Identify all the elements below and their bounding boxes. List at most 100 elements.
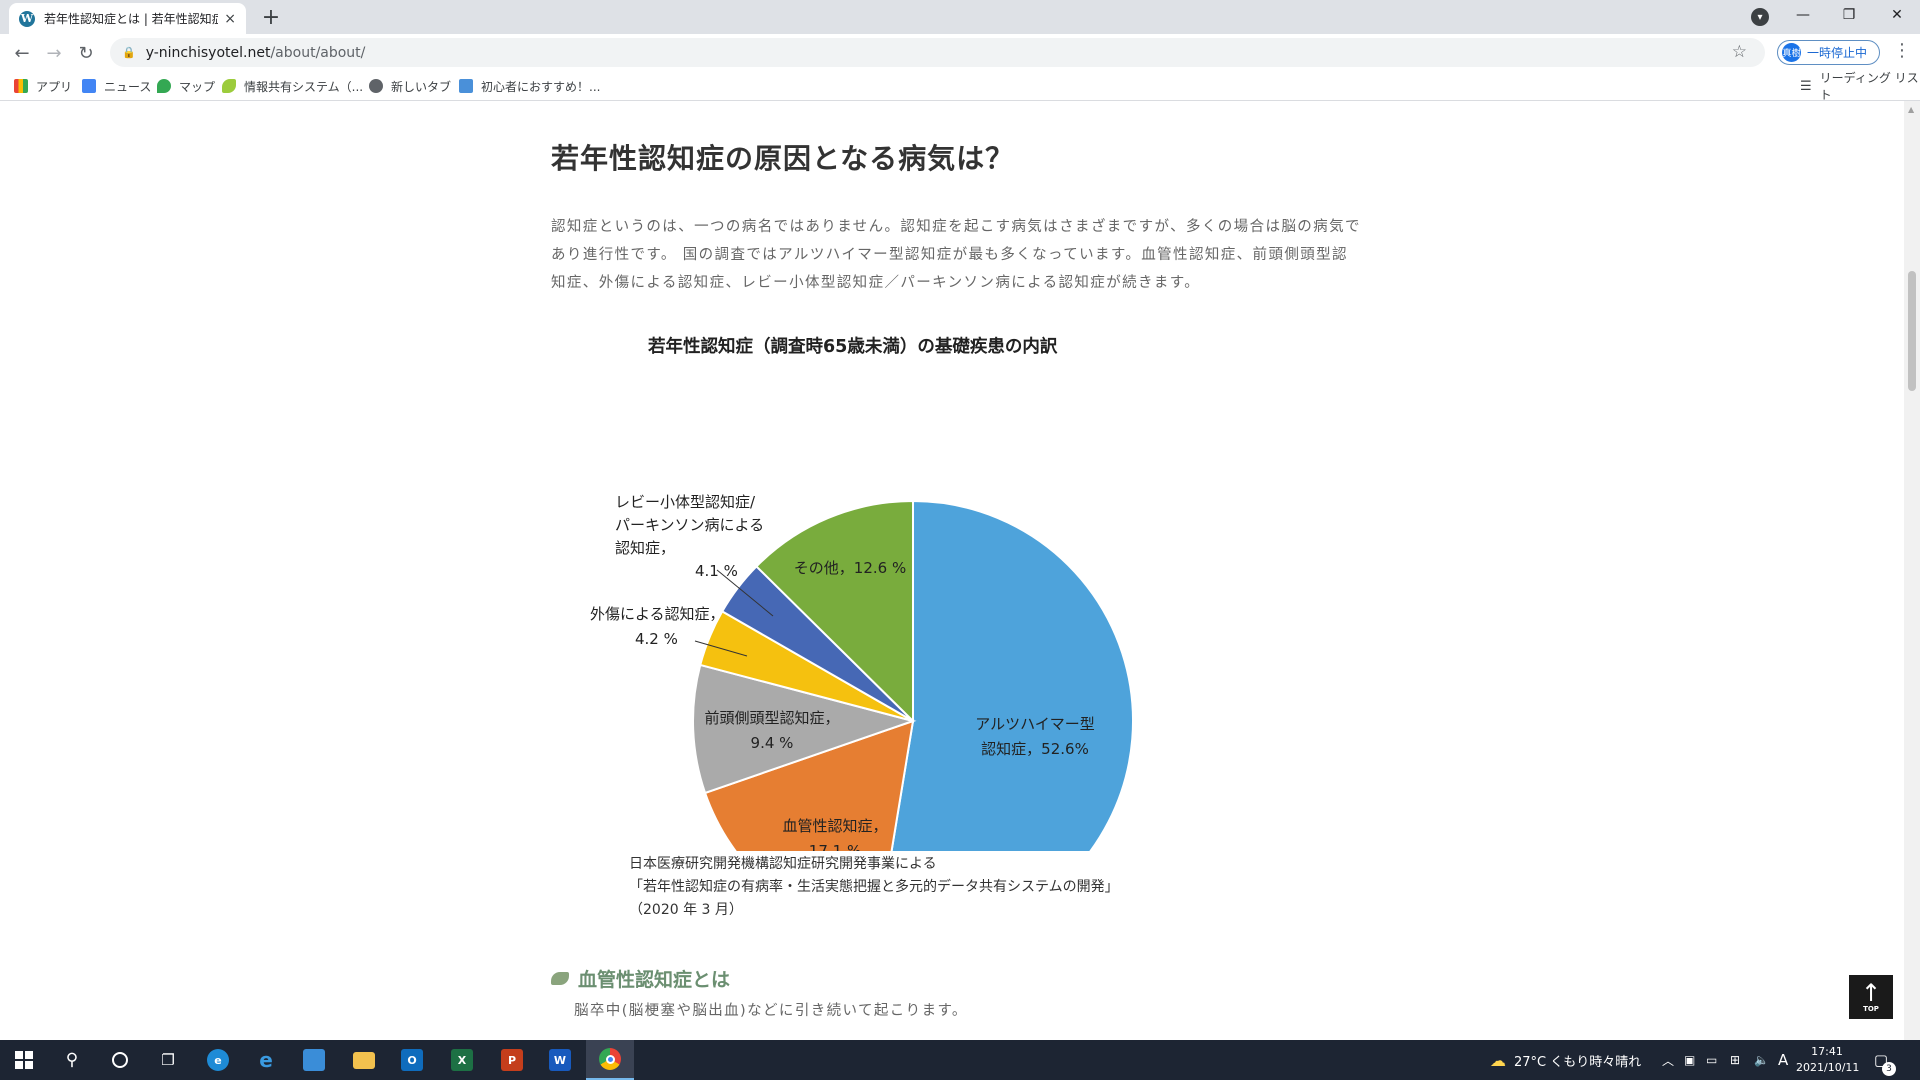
reading-list-label: リーディング リスト	[1819, 71, 1919, 102]
weather-widget[interactable]: ☁ 27°C くもり時々晴れ	[1490, 1040, 1641, 1080]
news-icon	[82, 79, 96, 93]
cortana-button[interactable]	[96, 1040, 144, 1080]
volume-icon[interactable]: 🔈	[1754, 1040, 1769, 1080]
tab-title: 若年性認知症とは | 若年性認知症	[44, 12, 219, 26]
slice-label: 認知症，52.6%	[981, 740, 1089, 758]
slice-label: パーキンソン病による	[615, 516, 764, 534]
subsection-text: 脳卒中(脳梗塞や脳出血)などに引き続いて起こります。	[574, 1003, 968, 1019]
network-icon[interactable]: ▭	[1706, 1040, 1717, 1080]
edge-icon: e	[207, 1049, 229, 1071]
weather-text: 27°C くもり時々晴れ	[1514, 1054, 1642, 1070]
reading-list-button[interactable]: ☰ リーディング リスト	[1800, 71, 1920, 102]
menu-kebab-icon[interactable]: ⋮	[1893, 40, 1911, 61]
pie-chart: アルツハイマー型認知症，52.6% 血管性認知症， 17.1 % 前頭側頭型認知症， 9…	[590, 493, 1135, 851]
intro-paragraph: 認知症というのは、一つの病名ではありません。認知症を起こす病気はさまざまですが、…	[551, 219, 1361, 291]
bookmark-label: 新しいタブ	[391, 79, 452, 94]
bookmark-news[interactable]: ニュース	[82, 76, 151, 96]
slice-label: アルツハイマー型	[975, 715, 1095, 733]
taskbar-chrome[interactable]	[586, 1040, 634, 1080]
page-content: 若年性認知症の原因となる病気は？ 認知症というのは、一つの病名ではありません。認…	[0, 101, 1904, 1041]
tray-chevron-icon[interactable]: ︿	[1662, 1040, 1674, 1080]
taskbar-excel[interactable]: X	[438, 1040, 486, 1080]
meet-now-icon[interactable]: ▣	[1684, 1040, 1695, 1080]
bookmark-info-system[interactable]: 情報共有システム（...	[222, 76, 363, 96]
taskbar-edge[interactable]: e	[194, 1040, 242, 1080]
forward-arrow-icon[interactable]: →	[40, 39, 68, 67]
slice-label: その他，12.6 %	[794, 559, 906, 577]
ime-indicator[interactable]: A	[1778, 1040, 1788, 1080]
slice-alzheimer	[890, 499, 1135, 851]
bookmark-label: マップ	[179, 79, 216, 94]
bookmark-label: アプリ	[36, 79, 73, 94]
map-pin-icon	[157, 79, 171, 93]
close-window-button[interactable]: ✕	[1874, 0, 1920, 30]
scroll-up-icon[interactable]: ▲	[1908, 105, 1914, 114]
lock-icon: 🔒	[122, 46, 136, 59]
cloud-sun-icon: ☁	[1490, 1050, 1506, 1070]
start-button[interactable]	[0, 1040, 48, 1080]
new-tab-button[interactable]: +	[258, 4, 284, 30]
bookmark-beginners[interactable]: 初心者におすすめ！...	[459, 76, 600, 96]
search-icon: ⚲	[65, 1050, 79, 1070]
taskbar-word[interactable]: W	[536, 1040, 584, 1080]
taskbar-app[interactable]	[290, 1040, 338, 1080]
bookmark-label: 情報共有システム（...	[244, 79, 364, 94]
slice-label: 17.1 %	[809, 842, 861, 851]
source-line: 「若年性認知症の有病率・生活実態把握と多元的データ共有システムの開発」	[629, 879, 1119, 895]
avatar: 真樹	[1782, 43, 1801, 62]
apps-grid-icon	[14, 79, 28, 93]
app-window-icon	[303, 1049, 325, 1071]
clock-date: 2021/10/11	[1796, 1061, 1860, 1074]
word-icon: W	[549, 1049, 571, 1071]
top-label: TOP	[1863, 1005, 1879, 1013]
bookmark-star-icon[interactable]: ☆	[1732, 42, 1747, 62]
bookmark-new-tab[interactable]: 新しいタブ	[369, 76, 451, 96]
search-button[interactable]: ⚲	[48, 1040, 96, 1080]
profile-button[interactable]: 真樹 一時停止中	[1777, 40, 1880, 65]
bookmark-label: 初心者におすすめ！...	[481, 79, 601, 94]
taskbar-powerpoint[interactable]: P	[488, 1040, 536, 1080]
bookmark-apps[interactable]: アプリ	[14, 76, 72, 96]
wordpress-icon: W	[19, 10, 35, 27]
browser-toolbar: ← → ↻ 🔒 y-ninchisyotel.net /about/about/…	[0, 34, 1920, 71]
powerpoint-icon: P	[501, 1049, 523, 1071]
security-icon[interactable]: ⊞	[1730, 1040, 1740, 1080]
outlook-icon: O	[401, 1049, 423, 1071]
arrow-up-icon: ↑	[1860, 979, 1882, 1007]
minimize-button[interactable]: —	[1780, 0, 1826, 30]
browser-tab[interactable]: W 若年性認知症とは | 若年性認知症 ×	[9, 3, 246, 34]
reload-icon[interactable]: ↻	[72, 39, 100, 67]
taskbar-ie[interactable]: e	[242, 1040, 290, 1080]
back-to-top-button[interactable]: ↑ TOP	[1849, 975, 1893, 1019]
address-bar[interactable]: 🔒 y-ninchisyotel.net /about/about/ ☆	[110, 38, 1765, 67]
taskbar-explorer[interactable]	[340, 1040, 388, 1080]
system-clock[interactable]: 17:41 2021/10/11	[1796, 1044, 1860, 1076]
slice-label: レビー小体型認知症/	[615, 493, 756, 511]
taskbar-outlook[interactable]: O	[388, 1040, 436, 1080]
slice-label: 外傷による認知症，	[590, 605, 725, 623]
scrollbar-thumb[interactable]	[1908, 271, 1916, 391]
bookmark-label: ニュース	[104, 79, 152, 94]
tab-close-button[interactable]: ×	[224, 11, 236, 27]
slice-label: 前頭側頭型認知症，	[704, 709, 839, 727]
subsection-heading: 血管性認知症とは	[551, 965, 730, 992]
slice-label: 4.1 %	[695, 562, 738, 580]
slice-label: 9.4 %	[751, 734, 794, 752]
slice-label: 4.2 %	[635, 630, 678, 648]
windows-logo-icon	[15, 1051, 33, 1069]
task-view-button[interactable]: ❐	[144, 1040, 192, 1080]
back-arrow-icon[interactable]: ←	[8, 39, 36, 67]
tab-strip: W 若年性認知症とは | 若年性認知症 × + ▾ — ❐ ✕	[0, 0, 1920, 34]
url-domain: y-ninchisyotel.net	[145, 44, 271, 61]
clock-time: 17:41	[1811, 1045, 1843, 1058]
slice-label: 認知症，	[615, 539, 675, 557]
restore-button[interactable]: ❐	[1826, 0, 1872, 30]
source-line: 日本医療研究開発機構認知症研究開発事業による	[629, 856, 937, 872]
windows-taskbar: ⚲ ❐ e e O X P W ☁ 27°C くもり時々晴れ ︿ ▣ ▭ ⊞ 🔈…	[0, 1040, 1920, 1080]
chart-source: 日本医療研究開発機構認知症研究開発事業による 「若年性認知症の有病率・生活実態把…	[629, 853, 1119, 922]
tab-search-icon[interactable]: ▾	[1751, 8, 1769, 26]
section-heading: 若年性認知症の原因となる病気は？	[551, 142, 1015, 175]
task-view-icon: ❐	[161, 1051, 175, 1069]
bookmark-maps[interactable]: マップ	[157, 76, 215, 96]
page-scrollbar[interactable]: ▲	[1904, 101, 1920, 1041]
